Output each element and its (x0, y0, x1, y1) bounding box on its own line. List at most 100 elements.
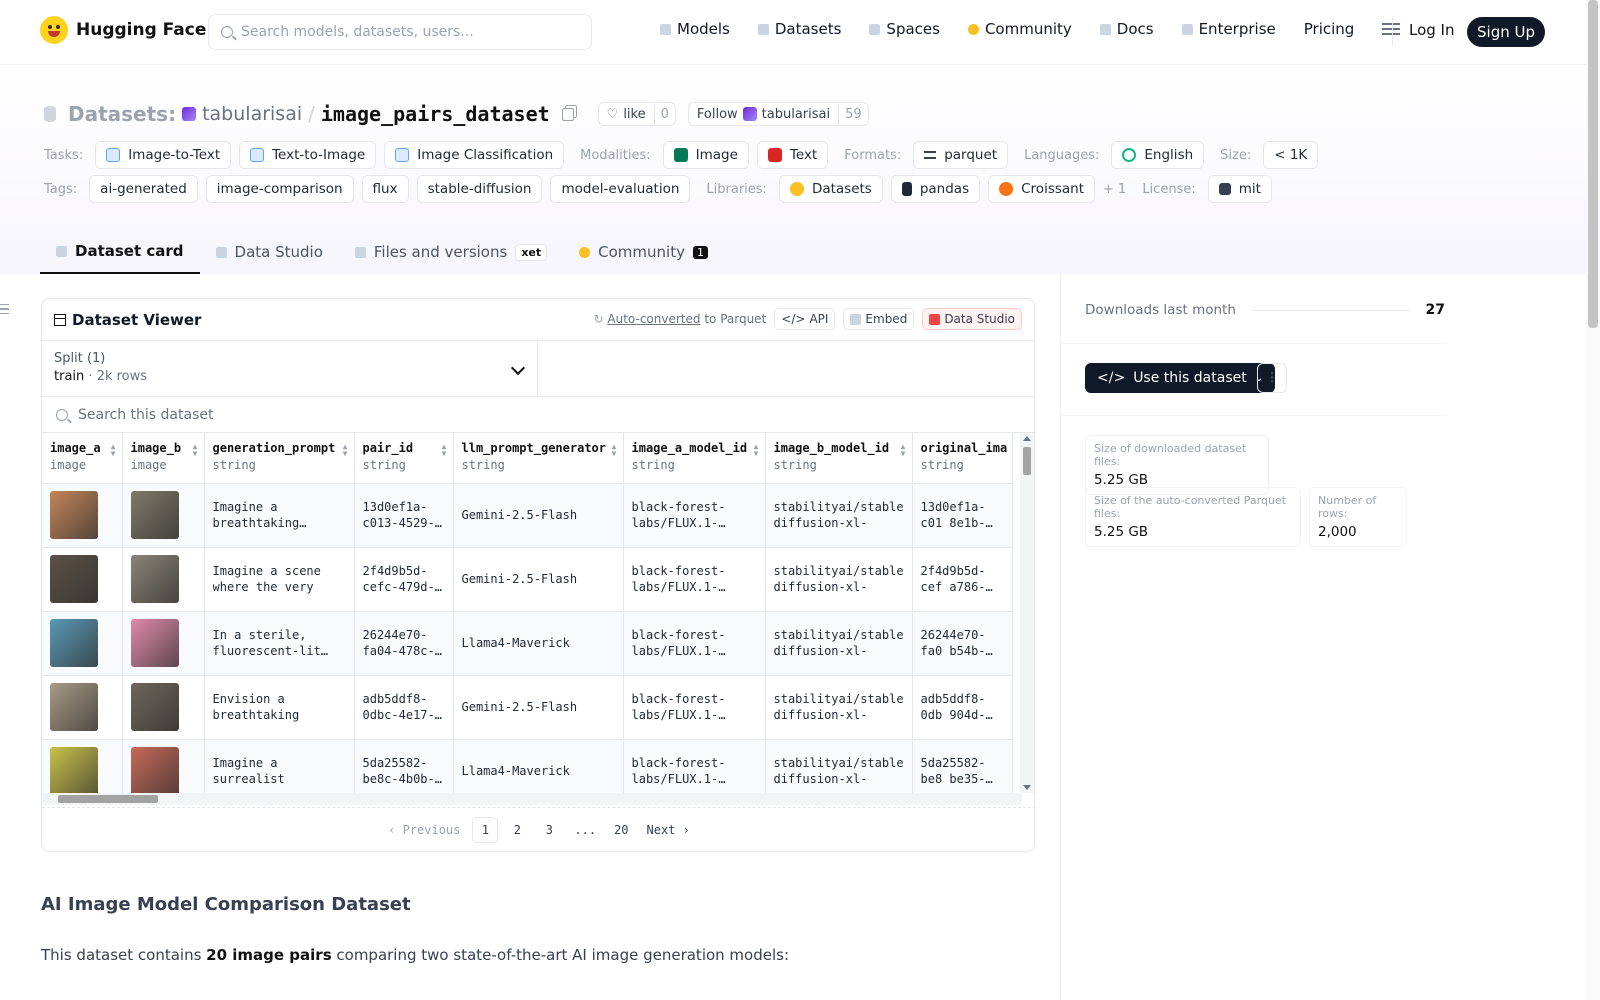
table-cell[interactable]: Imagine a scene where the very air… (204, 547, 355, 612)
nav-community[interactable]: Community (967, 20, 1072, 38)
page-scroll-thumb[interactable] (1588, 0, 1598, 328)
table-cell[interactable]: In a sterile, fluorescent-lit… (204, 611, 355, 676)
table-cell[interactable]: Imagine a surrealist textile… (204, 739, 355, 793)
nav-enterprise[interactable]: Enterprise (1181, 20, 1276, 38)
library-chip-datasets[interactable]: Datasets (778, 175, 883, 203)
image-b-thumbnail[interactable] (130, 491, 179, 539)
column-header[interactable]: image_a image ▲ ▼ (42, 433, 123, 484)
table-cell[interactable]: black-forest-labs/FLUX.1-… (623, 611, 766, 676)
column-header[interactable]: pair_id string ▲ ▼ (354, 433, 454, 484)
image-b-thumbnail[interactable] (130, 619, 179, 667)
table-cell[interactable]: 2f4d9b5d-cef a786-… (912, 547, 1013, 612)
column-header[interactable]: original_ima string (912, 433, 1013, 484)
page-button[interactable]: 1 (472, 816, 499, 843)
size-chip[interactable]: < 1K (1263, 141, 1319, 169)
table-cell[interactable] (42, 483, 123, 548)
table-cell[interactable]: stabilityai/stable-diffusion-xl-base-… (765, 739, 913, 793)
table-cell[interactable]: Envision a breathtaking piece… (204, 675, 355, 740)
more-libraries[interactable]: + 1 (1103, 182, 1126, 197)
tab-dataset-card[interactable]: Dataset card (40, 230, 200, 274)
auto-converted-link[interactable]: Auto-converted (607, 312, 700, 326)
table-cell[interactable]: 5da25582-be8 be35-… (912, 739, 1013, 793)
embed-button[interactable]: Embed (843, 308, 915, 330)
use-this-dataset-button[interactable]: </> Use this dataset ⌄ (1085, 363, 1276, 393)
image-b-thumbnail[interactable] (130, 683, 179, 731)
nav-models[interactable]: Models (660, 20, 730, 38)
tab-community[interactable]: Community 1 (563, 230, 724, 274)
column-header[interactable]: llm_prompt_generator string ▲ ▼ (453, 433, 624, 484)
like-button[interactable]: ♡ like 0 (597, 102, 676, 126)
table-horizontal-scrollbar[interactable] (42, 793, 1022, 805)
tab-files-and-versions[interactable]: Files and versions xet (339, 230, 563, 274)
table-cell[interactable] (122, 547, 205, 612)
repo-owner-link[interactable]: tabularisai (202, 103, 302, 125)
page-button[interactable]: 3 (536, 817, 562, 843)
page-button[interactable]: 2 (504, 817, 530, 843)
table-cell[interactable] (122, 675, 205, 740)
split-selector[interactable]: Split (1) train · 2k rows (42, 341, 538, 397)
task-chip-image-to-text[interactable]: Image-to-Text (95, 141, 232, 169)
table-cell[interactable]: Gemini-2.5-Flash (453, 675, 624, 740)
table-cell[interactable]: adb5ddf8-0dbc-4e17-… (354, 675, 454, 740)
table-cell[interactable] (42, 739, 123, 793)
tag-chip[interactable]: ai-generated (89, 175, 198, 203)
library-chip-pandas[interactable]: pandas (890, 175, 981, 203)
table-cell[interactable] (122, 611, 205, 676)
nav-datasets[interactable]: Datasets (757, 20, 841, 38)
table-cell[interactable]: 26244e70-fa0 b54b-… (912, 611, 1013, 676)
previous-page-button[interactable]: ‹ Previous (382, 817, 466, 843)
table-cell[interactable]: 5da25582-be8c-4b0b-… (354, 739, 454, 793)
sort-icon[interactable]: ▲ ▼ (442, 443, 447, 458)
repo-name-link[interactable]: image_pairs_dataset (321, 102, 550, 126)
table-cell[interactable]: Llama4-Maverick (453, 611, 624, 676)
scroll-up-arrow-icon[interactable] (1023, 436, 1031, 441)
license-chip[interactable]: mit (1207, 175, 1272, 203)
page-scrollbar[interactable] (1586, 0, 1600, 1000)
nav-pricing[interactable]: Pricing (1304, 20, 1355, 38)
nav-docs[interactable]: Docs (1099, 20, 1154, 38)
table-cell[interactable] (42, 547, 123, 612)
table-cell[interactable]: 2f4d9b5d-cefc-479d-… (354, 547, 454, 612)
table-cell[interactable]: Llama4-Maverick (453, 739, 624, 793)
sort-icon[interactable]: ▲ ▼ (343, 443, 348, 458)
follow-button[interactable]: Follow tabularisai 59 (687, 102, 869, 126)
table-vertical-scrollbar[interactable] (1020, 433, 1034, 793)
tag-chip[interactable]: model-evaluation (550, 175, 691, 203)
table-cell[interactable]: stabilityai/stable-diffusion-xl-base-… (765, 675, 913, 740)
table-cell[interactable]: stabilityai/stable-diffusion-xl-base-… (765, 483, 913, 548)
api-button[interactable]: </> API (774, 308, 836, 330)
library-chip-croissant[interactable]: Croissant (988, 175, 1096, 203)
more-options-button[interactable]: ⋮ (1257, 363, 1287, 393)
sort-icon[interactable]: ▲ ▼ (901, 443, 906, 458)
column-header[interactable]: generation_prompt string ▲ ▼ (204, 433, 355, 484)
table-cell[interactable] (122, 483, 205, 548)
column-header[interactable]: image_b_model_id string ▲ ▼ (765, 433, 913, 484)
modality-chip-text[interactable]: Text (756, 141, 829, 169)
global-search-input[interactable]: Search models, datasets, users... (208, 14, 592, 50)
next-page-button[interactable]: Next › (641, 817, 696, 843)
table-row[interactable]: In a sterile, fluorescent-lit… 26244e70-f… (42, 611, 1013, 676)
tab-data-studio[interactable]: Data Studio (200, 230, 339, 274)
tag-chip[interactable]: image-comparison (205, 175, 354, 203)
sort-icon[interactable]: ▲ ▼ (111, 443, 116, 458)
table-cell[interactable]: stabilityai/stable-diffusion-xl-base-… (765, 611, 913, 676)
toc-toggle-icon[interactable] (0, 304, 9, 314)
data-studio-button[interactable]: Data Studio (922, 308, 1022, 330)
table-cell[interactable]: stabilityai/stable-diffusion-xl-base-… (765, 547, 913, 612)
image-b-thumbnail[interactable] (130, 555, 179, 603)
format-chip-parquet[interactable]: parquet (913, 141, 1009, 169)
dataset-search-input[interactable]: Search this dataset (42, 397, 1034, 433)
table-row[interactable]: Imagine a scene where the very air… 2f4d9… (42, 547, 1013, 612)
table-cell[interactable]: black-forest-labs/FLUX.1-… (623, 547, 766, 612)
table-cell[interactable]: Gemini-2.5-Flash (453, 547, 624, 612)
signup-button[interactable]: Sign Up (1467, 17, 1545, 47)
table-cell[interactable]: Imagine a breathtaking… (204, 483, 355, 548)
image-a-thumbnail[interactable] (50, 747, 98, 793)
table-row[interactable]: Envision a breathtaking piece… adb5ddf8-0… (42, 675, 1013, 740)
table-cell[interactable] (122, 739, 205, 793)
scroll-down-arrow-icon[interactable] (1023, 785, 1031, 790)
login-link[interactable]: Log In (1409, 21, 1455, 39)
table-cell[interactable] (42, 675, 123, 740)
table-cell[interactable]: 26244e70-fa04-478c-… (354, 611, 454, 676)
image-b-thumbnail[interactable] (130, 747, 179, 793)
